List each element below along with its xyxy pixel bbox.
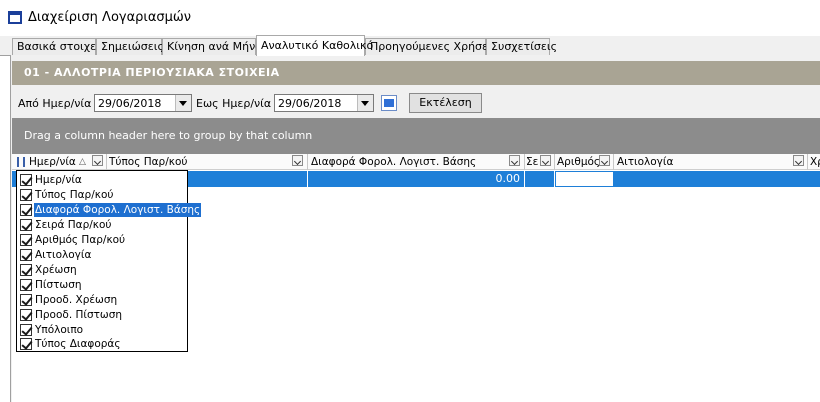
checkbox-icon[interactable] <box>20 279 32 291</box>
window-title: Διαχείριση Λογαριασμών <box>28 10 192 25</box>
column-header-debit[interactable]: Χρ <box>810 155 820 169</box>
row-number-cell[interactable] <box>555 171 614 187</box>
checkbox-icon[interactable] <box>20 249 32 261</box>
column-header-reason[interactable]: Αιτιολογία <box>617 155 787 169</box>
checkbox-icon[interactable] <box>20 324 32 336</box>
checkbox-icon[interactable] <box>20 309 32 321</box>
checkbox-icon[interactable] <box>20 264 32 276</box>
to-date-label: Εως Ημερ/νία : <box>196 97 279 110</box>
execute-button[interactable]: Εκτέλεση <box>409 93 482 113</box>
series-filter-button[interactable] <box>540 155 551 166</box>
tab-detailed-ledger[interactable]: Αναλυτικό Καθολικό <box>256 35 373 56</box>
tab-monthly-movement[interactable]: Κίνηση ανά Μήνα <box>162 38 263 55</box>
tab-basic-info[interactable]: Βασικά στοιχεία <box>12 38 107 55</box>
column-chooser-icon[interactable] <box>17 157 25 167</box>
column-header-doc-type[interactable]: Τύπος Παρ/κού <box>109 155 289 169</box>
column-header-date[interactable]: Ημερ/νία <box>29 155 79 169</box>
from-date-label: Από Ημερ/νία : <box>18 97 99 110</box>
date-filter-button[interactable] <box>92 155 103 166</box>
reason-filter-button[interactable] <box>793 155 804 166</box>
column-header-series[interactable]: Σε <box>526 155 540 169</box>
column-chooser-popup: Ημερ/νία Τύπος Παρ/κού Διαφορά Φορολ. Λο… <box>16 170 202 352</box>
checkbox-icon[interactable] <box>20 338 32 350</box>
row-tax-diff-value: 0.00 <box>495 172 521 185</box>
calendar-icon[interactable] <box>381 95 397 111</box>
to-date-input[interactable]: 29/06/2018 <box>274 94 374 112</box>
sort-ascending-icon: △ <box>79 157 86 167</box>
checkbox-icon[interactable] <box>20 234 32 246</box>
tax-diff-filter-button[interactable] <box>509 155 520 166</box>
tab-relations[interactable]: Συσχετίσεις <box>486 38 557 55</box>
from-date-dropdown-icon[interactable] <box>175 95 191 111</box>
column-header-number[interactable]: Αριθμός <box>557 155 599 169</box>
checkbox-icon[interactable] <box>20 189 32 201</box>
column-header-tax-diff[interactable]: Διαφορά Φορολ. Λογιστ. Βάσης <box>311 155 506 169</box>
doc-type-filter-button[interactable] <box>292 155 303 166</box>
from-date-value: 29/06/2018 <box>98 97 162 110</box>
to-date-value: 29/06/2018 <box>278 97 342 110</box>
to-date-dropdown-icon[interactable] <box>357 95 373 111</box>
tab-previous-years[interactable]: Προηγούμενες Χρήσεις <box>365 38 498 55</box>
account-header: 01 - ΑΛΛΟΤΡΙΑ ΠΕΡΙΟΥΣΙΑΚΑ ΣΤΟΙΧΕΙΑ <box>24 66 280 79</box>
checkbox-icon[interactable] <box>20 174 32 186</box>
tab-notes[interactable]: Σημειώσεις <box>96 38 164 55</box>
checkbox-icon[interactable] <box>20 204 32 216</box>
checkbox-icon[interactable] <box>20 219 32 231</box>
group-by-hint: Drag a column header here to group by th… <box>24 129 313 142</box>
window-icon <box>8 11 22 24</box>
checkbox-icon[interactable] <box>20 294 32 306</box>
from-date-input[interactable]: 29/06/2018 <box>94 94 192 112</box>
number-filter-button[interactable] <box>599 155 610 166</box>
